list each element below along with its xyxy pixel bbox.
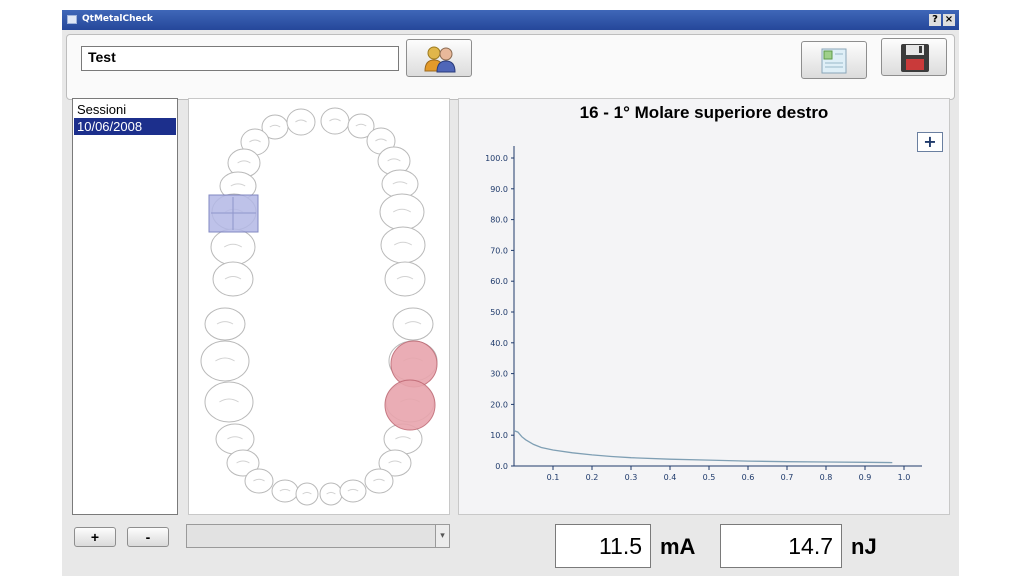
x-tick-label: 0.9 bbox=[859, 473, 872, 482]
tooth[interactable] bbox=[204, 307, 246, 341]
x-tick-label: 0.4 bbox=[664, 473, 677, 482]
tooth[interactable] bbox=[320, 107, 350, 135]
y-tick-label: 60.0 bbox=[490, 277, 508, 286]
tooth[interactable] bbox=[392, 307, 434, 341]
series-line bbox=[513, 429, 893, 464]
tooth[interactable] bbox=[295, 482, 319, 506]
list-item[interactable]: 10/06/2008 bbox=[74, 118, 176, 135]
report-icon bbox=[821, 48, 847, 74]
y-tick-label: 100.0 bbox=[485, 154, 508, 163]
tooth[interactable] bbox=[210, 228, 256, 266]
current-value-display: 11.5 bbox=[555, 524, 651, 568]
patients-button[interactable] bbox=[406, 39, 472, 77]
report-button[interactable] bbox=[801, 41, 867, 79]
tooth[interactable] bbox=[215, 423, 255, 455]
floppy-disk-icon bbox=[901, 44, 929, 72]
chevron-down-icon[interactable]: ▾ bbox=[435, 525, 449, 547]
y-tick-label: 80.0 bbox=[490, 216, 508, 225]
tooth[interactable] bbox=[339, 479, 367, 503]
sessions-list[interactable]: Sessioni 10/06/2008 bbox=[72, 98, 178, 515]
patient-name-input[interactable]: Test bbox=[81, 46, 399, 71]
tooth[interactable] bbox=[286, 108, 316, 136]
patients-icon bbox=[424, 46, 456, 73]
measured-tooth[interactable] bbox=[384, 379, 436, 431]
current-unit-label: mA bbox=[660, 534, 696, 559]
x-tick-label: 0.2 bbox=[586, 473, 599, 482]
tooth[interactable] bbox=[380, 226, 426, 264]
tooth[interactable] bbox=[204, 381, 254, 423]
dental-chart[interactable] bbox=[188, 98, 450, 515]
energy-unit-label: nJ bbox=[851, 534, 877, 559]
y-tick-label: 50.0 bbox=[490, 308, 508, 317]
add-session-button[interactable]: + bbox=[74, 527, 116, 547]
close-button[interactable]: × bbox=[943, 14, 955, 26]
y-tick-label: 90.0 bbox=[490, 185, 508, 194]
teeth-diagram[interactable] bbox=[189, 99, 451, 516]
x-tick-label: 0.8 bbox=[820, 473, 833, 482]
y-tick-label: 70.0 bbox=[490, 246, 508, 255]
y-tick-label: 0.0 bbox=[495, 462, 508, 471]
tooth[interactable] bbox=[319, 482, 343, 506]
energy-value-display: 14.7 bbox=[720, 524, 842, 568]
x-tick-label: 0.7 bbox=[781, 473, 794, 482]
tooth[interactable] bbox=[379, 193, 425, 231]
y-tick-label: 10.0 bbox=[490, 431, 508, 440]
tooth-selector-dropdown[interactable]: ▾ bbox=[186, 524, 450, 548]
tooth[interactable] bbox=[244, 468, 274, 494]
x-tick-label: 0.5 bbox=[703, 473, 716, 482]
remove-session-button[interactable]: - bbox=[127, 527, 169, 547]
y-tick-label: 30.0 bbox=[490, 370, 508, 379]
help-button[interactable]: ? bbox=[929, 14, 941, 26]
app-icon bbox=[67, 15, 77, 24]
sessions-header: Sessioni bbox=[77, 102, 127, 117]
tooth[interactable] bbox=[200, 340, 250, 382]
title-bar: QtMetalCheck ? × bbox=[62, 10, 959, 30]
save-button[interactable] bbox=[881, 38, 947, 76]
tooth[interactable] bbox=[212, 261, 254, 297]
y-tick-label: 20.0 bbox=[490, 400, 508, 409]
line-chart: 0.0 10.0 20.0 30.0 40.0 50.0 60.0 70.0 80.0 90.0 1… bbox=[485, 146, 922, 482]
x-tick-label: 0.6 bbox=[742, 473, 755, 482]
app-window: QtMetalCheck ? × Test Sessioni 10/06/200… bbox=[62, 10, 959, 576]
y-tick-label: 40.0 bbox=[490, 339, 508, 348]
x-tick-label: 1.0 bbox=[898, 473, 911, 482]
tooth[interactable] bbox=[271, 479, 299, 503]
x-tick-label: 0.1 bbox=[547, 473, 560, 482]
window-title: QtMetalCheck bbox=[82, 14, 153, 24]
x-tick-label: 0.3 bbox=[625, 473, 638, 482]
toolbar-panel: Test bbox=[66, 34, 955, 100]
tooth[interactable] bbox=[384, 261, 426, 297]
graph-panel: 16 - 1° Molare superiore destro + 0.0 10.… bbox=[458, 98, 950, 515]
tooth[interactable] bbox=[364, 468, 394, 494]
